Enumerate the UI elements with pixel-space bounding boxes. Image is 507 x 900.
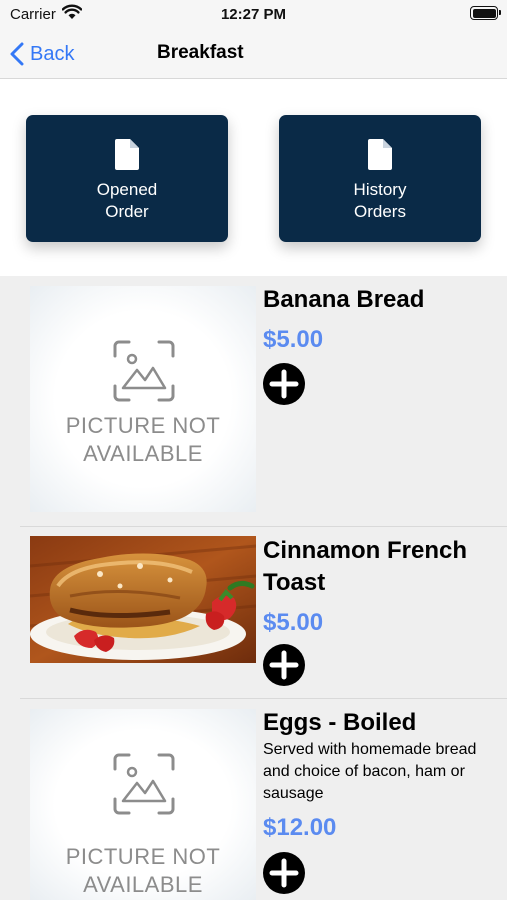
document-icon: [115, 139, 139, 170]
item-name: Banana Bread: [263, 286, 425, 313]
battery-icon: [470, 6, 501, 20]
french-toast-photo: [30, 536, 256, 663]
menu-item[interactable]: PICTURE NOT AVAILABLE Banana Bread $5.00: [0, 276, 507, 527]
picture-not-available-placeholder: PICTURE NOT AVAILABLE: [30, 709, 256, 900]
image-placeholder-icon: [113, 753, 175, 815]
clock: 12:27 PM: [220, 6, 287, 23]
opened-order-label: Opened Order: [96, 180, 158, 221]
back-label: Back: [30, 42, 75, 65]
back-button[interactable]: Back: [10, 39, 74, 69]
image-placeholder-icon: [113, 340, 175, 402]
add-circle-icon[interactable]: [263, 363, 305, 405]
add-circle-icon[interactable]: [263, 644, 305, 686]
item-price: $12.00: [263, 814, 337, 841]
menu-item[interactable]: Cinnamon French Toast $5.00: [0, 527, 507, 699]
menu-item[interactable]: PICTURE NOT AVAILABLE Eggs - Boiled Serv…: [0, 699, 507, 900]
item-description: Served with homemade bread and choice of…: [263, 741, 477, 802]
document-icon: [368, 139, 392, 170]
status-bar: Carrier 12:27 PM: [0, 0, 507, 30]
opened-order-button[interactable]: Opened Order: [26, 115, 228, 242]
add-circle-icon[interactable]: [263, 852, 305, 894]
chevron-left-icon: [10, 42, 24, 66]
picture-not-available-placeholder: PICTURE NOT AVAILABLE: [30, 286, 256, 512]
item-name: Cinnamon French Toast: [263, 537, 468, 596]
history-orders-button[interactable]: History Orders: [279, 115, 481, 242]
placeholder-text: PICTURE NOT AVAILABLE: [65, 844, 221, 897]
order-actions: Opened Order History Orders: [0, 79, 507, 276]
item-price: $5.00: [263, 609, 324, 636]
page-title: Breakfast: [157, 42, 244, 63]
history-orders-label: History Orders: [353, 180, 407, 221]
placeholder-text: PICTURE NOT AVAILABLE: [65, 413, 221, 466]
navigation-bar: Back Breakfast: [0, 30, 507, 79]
item-name: Eggs - Boiled: [263, 709, 417, 736]
item-price: $5.00: [263, 326, 324, 353]
menu-list: PICTURE NOT AVAILABLE Banana Bread $5.00: [0, 276, 507, 900]
